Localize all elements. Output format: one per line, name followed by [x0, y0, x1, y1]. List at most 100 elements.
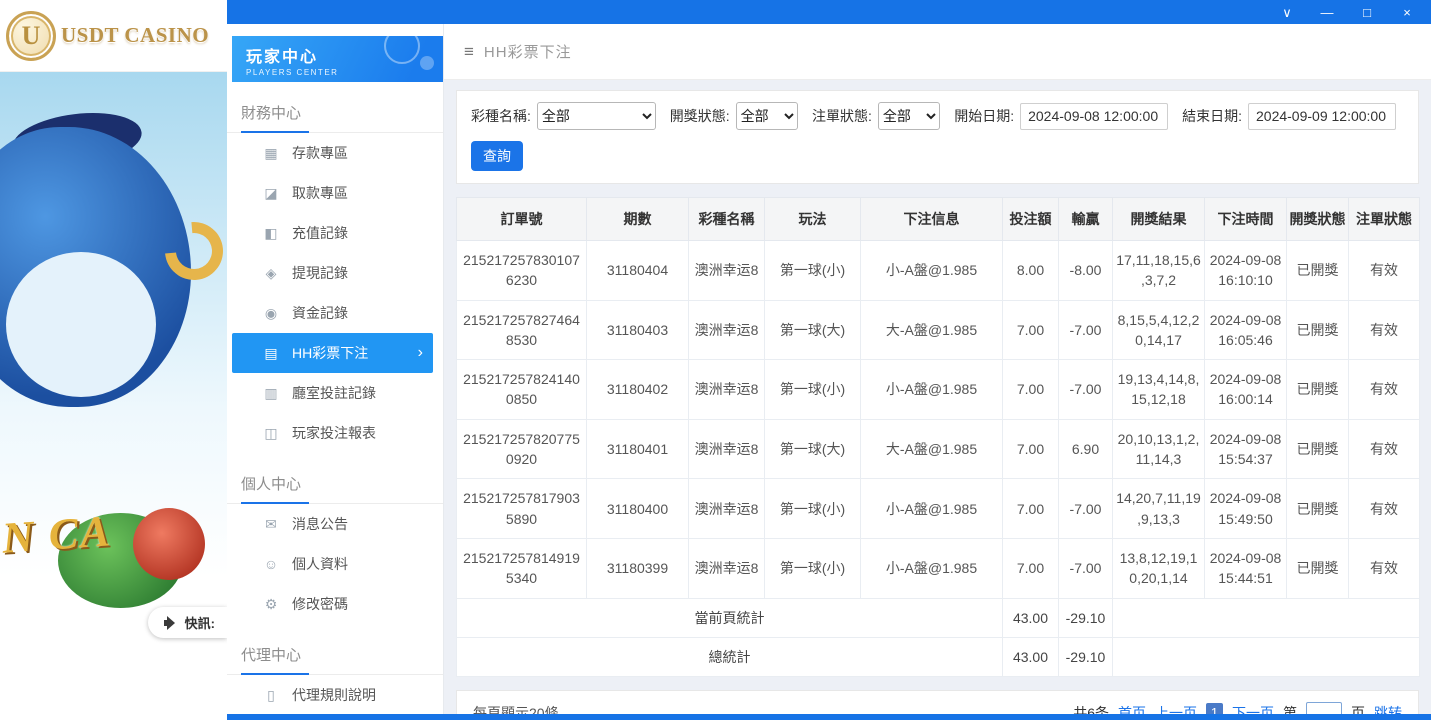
news-ticker-button[interactable]: 快訊: [148, 607, 227, 638]
end-date-input[interactable] [1248, 103, 1396, 130]
cell-result: 17,11,18,15,6,3,7,2 [1113, 241, 1205, 301]
report-icon: ◫ [262, 425, 280, 442]
message-icon: ✉ [262, 516, 280, 533]
cell-time: 2024-09-08 15:44:51 [1205, 538, 1287, 598]
agent-doc-icon: ▯ [262, 687, 280, 704]
section-title: 代理中心 [227, 634, 443, 675]
sidebar-item-user[interactable]: ☺個人資料 [232, 544, 433, 584]
brand-name: USDT CASINO [61, 23, 209, 48]
cell-order: 2152172578179035890 [457, 479, 587, 539]
sidebar-item-report[interactable]: ◫玩家投注報表 [232, 413, 433, 453]
cell-win: -7.00 [1059, 479, 1113, 539]
maximize-button[interactable]: □ [1359, 6, 1375, 19]
column-header: 下注信息 [861, 198, 1003, 241]
cell-draw-status: 已開獎 [1287, 300, 1349, 360]
column-header: 開獎結果 [1113, 198, 1205, 241]
column-header: 期數 [587, 198, 689, 241]
cell-order-status: 有效 [1349, 241, 1420, 301]
sidebar-item-label: 取款專區 [292, 183, 348, 203]
column-header: 下注時間 [1205, 198, 1287, 241]
sidebar-item-recharge[interactable]: ◧充值記錄 [232, 213, 433, 253]
menu-icon[interactable]: ≡ [464, 42, 474, 62]
sidebar-item-password[interactable]: ⚙修改密碼 [232, 584, 433, 624]
sidebar-item-cashout[interactable]: ◈提現記錄 [232, 253, 433, 293]
cell-period: 31180403 [587, 300, 689, 360]
withdraw-icon: ◪ [262, 185, 280, 202]
cell-order: 2152172578149195340 [457, 538, 587, 598]
draw-status-select[interactable]: 全部 [736, 102, 798, 130]
filter-panel: 彩種名稱: 全部 開獎狀態: 全部 注單狀態: 全部 開始日期: 結束日期: 查… [456, 90, 1419, 184]
cell-bet: 7.00 [1003, 419, 1059, 479]
cell-result: 8,15,5,4,12,20,14,17 [1113, 300, 1205, 360]
window-titlebar: ∨ — □ × [227, 0, 1431, 24]
end-date-label: 結束日期: [1182, 106, 1242, 126]
sidebar-item-label: 代理規則說明 [292, 685, 376, 705]
cell-info: 小-A盤@1.985 [861, 360, 1003, 420]
cell-order-status: 有效 [1349, 360, 1420, 420]
sidebar-item-lottery[interactable]: ▤HH彩票下注› [232, 333, 433, 373]
bets-table: 訂單號期數彩種名稱玩法下注信息投注額輸贏開獎結果下注時間開獎狀態注單狀態 215… [456, 197, 1420, 677]
cell-time: 2024-09-08 16:05:46 [1205, 300, 1287, 360]
cell-period: 31180399 [587, 538, 689, 598]
order-status-select[interactable]: 全部 [878, 102, 940, 130]
summary-bet-total: 43.00 [1003, 598, 1059, 637]
sidebar-item-funds[interactable]: ◉資金記錄 [232, 293, 433, 333]
start-date-input[interactable] [1020, 103, 1168, 130]
lottery-name-label: 彩種名稱: [471, 106, 531, 126]
cell-play: 第一球(小) [765, 360, 861, 420]
cell-lottery: 澳洲幸运8 [689, 241, 765, 301]
cell-lottery: 澳洲幸运8 [689, 538, 765, 598]
jump-page-input[interactable] [1306, 702, 1342, 714]
cell-play: 第一球(小) [765, 479, 861, 539]
close-button[interactable]: × [1399, 6, 1415, 19]
lottery-name-select[interactable]: 全部 [537, 102, 656, 130]
funds-icon: ◉ [262, 305, 280, 322]
cell-play: 第一球(大) [765, 300, 861, 360]
cell-lottery: 澳洲幸运8 [689, 479, 765, 539]
cell-order-status: 有效 [1349, 479, 1420, 539]
cell-order: 2152172578301076230 [457, 241, 587, 301]
summary-empty [1113, 598, 1420, 637]
sidebar-item-label: 消息公告 [292, 514, 348, 534]
sidebar-item-label: HH彩票下注 [292, 343, 368, 363]
cell-order: 2152172578241400850 [457, 360, 587, 420]
table-row: 215217257827464853031180403澳洲幸运8第一球(大)大-… [457, 300, 1420, 360]
artwork-gold-text: N CA [0, 505, 113, 564]
sidebar-item-label: 個人資料 [292, 554, 348, 574]
cell-draw-status: 已開獎 [1287, 241, 1349, 301]
cell-win: -7.00 [1059, 300, 1113, 360]
bets-table-panel: 訂單號期數彩種名稱玩法下注信息投注額輸贏開獎結果下注時間開獎狀態注單狀態 215… [456, 197, 1419, 677]
shark-belly-illustration [6, 252, 156, 397]
query-button[interactable]: 查詢 [471, 141, 523, 171]
cell-bet: 7.00 [1003, 479, 1059, 539]
column-header: 投注額 [1003, 198, 1059, 241]
sidebar-item-deposit[interactable]: ▦存款專區 [232, 133, 433, 173]
cell-win: -7.00 [1059, 360, 1113, 420]
sidebar-item-withdraw[interactable]: ◪ 取款專區 [232, 173, 433, 213]
room-icon: ▥ [262, 385, 280, 402]
cell-lottery: 澳洲幸运8 [689, 360, 765, 420]
cell-time: 2024-09-08 16:10:10 [1205, 241, 1287, 301]
sidebar-section: 代理中心 ▯ 代理規則說明 [227, 634, 443, 715]
cell-info: 小-A盤@1.985 [861, 241, 1003, 301]
section-title: 個人中心 [227, 463, 443, 504]
cell-time: 2024-09-08 15:49:50 [1205, 479, 1287, 539]
cell-order-status: 有效 [1349, 538, 1420, 598]
current-page-indicator[interactable]: 1 [1206, 703, 1223, 714]
sidebar-item-message[interactable]: ✉ 消息公告 [232, 504, 433, 544]
sidebar-item-label: 修改密碼 [292, 594, 348, 614]
brand-emblem-icon: U [6, 11, 56, 61]
chevron-down-icon[interactable]: ∨ [1279, 6, 1295, 19]
first-page-link[interactable]: 首页 [1118, 703, 1146, 714]
sidebar-item-room[interactable]: ▥廳室投註記錄 [232, 373, 433, 413]
next-page-link[interactable]: 下一页 [1232, 703, 1274, 714]
minimize-button[interactable]: — [1319, 6, 1335, 19]
left-art-panel: U USDT CASINO N CA 快訊: [0, 0, 227, 720]
sidebar-item-label: 存款專區 [292, 143, 348, 163]
jump-button[interactable]: 跳转 [1374, 703, 1402, 714]
cell-play: 第一球(小) [765, 241, 861, 301]
cell-order-status: 有效 [1349, 419, 1420, 479]
sidebar-section: 財務中心▦存款專區◪取款專區◧充值記錄◈提現記錄◉資金記錄▤HH彩票下注›▥廳室… [227, 92, 443, 453]
sidebar-item-agent-doc[interactable]: ▯ 代理規則說明 [232, 675, 433, 715]
prev-page-link[interactable]: 上一页 [1155, 703, 1197, 714]
